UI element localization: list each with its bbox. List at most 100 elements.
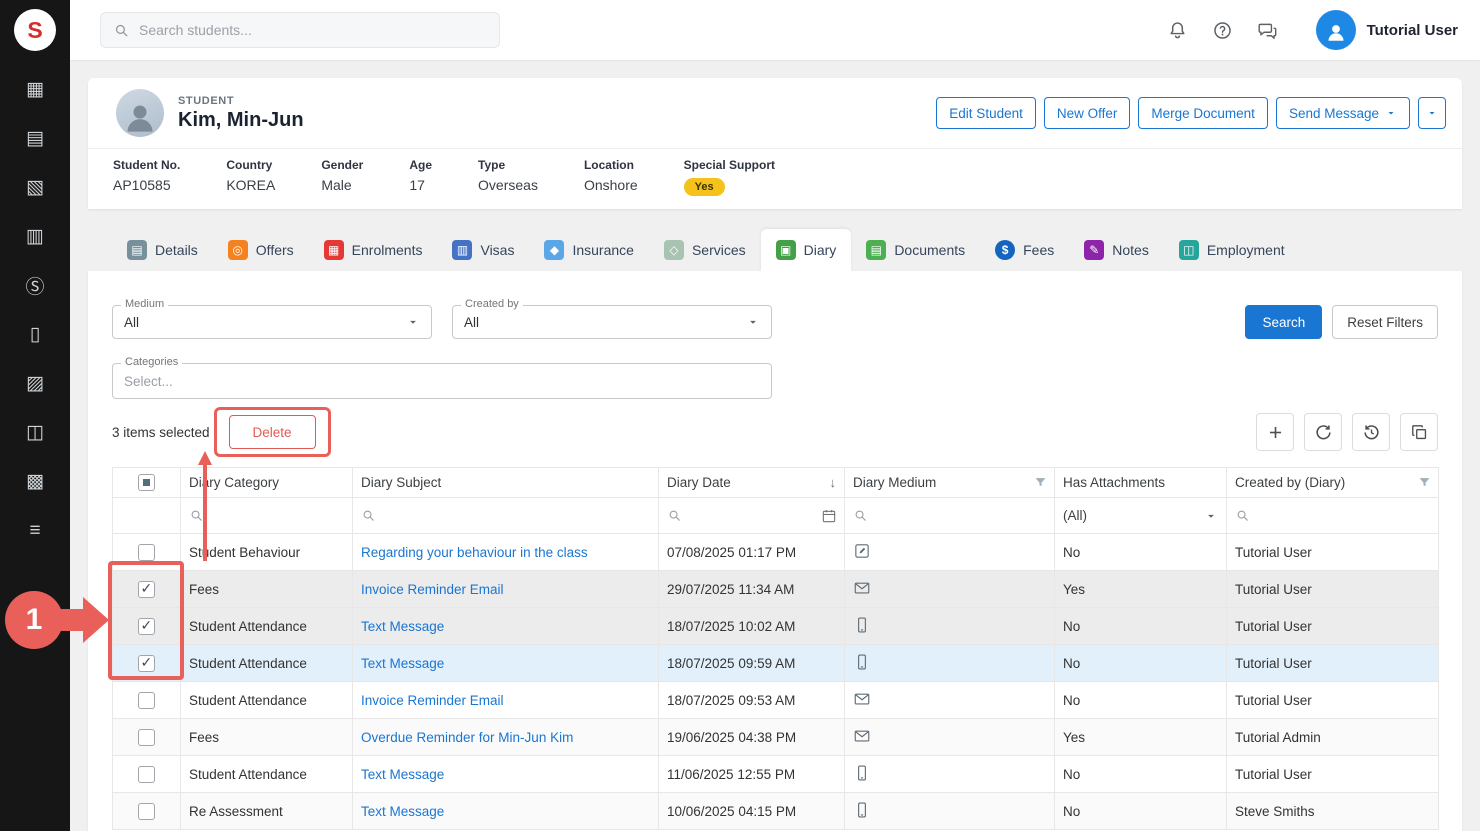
diary-subject-link[interactable]: Invoice Reminder Email xyxy=(361,693,504,708)
tab-employment[interactable]: ◫Employment xyxy=(1164,229,1300,271)
column-header[interactable]: Diary Subject xyxy=(353,468,659,498)
row-checkbox[interactable] xyxy=(138,729,155,746)
diary-subject-link[interactable]: Regarding your behaviour in the class xyxy=(361,545,588,560)
filter-cell[interactable] xyxy=(845,498,1055,534)
help-icon[interactable] xyxy=(1212,20,1233,41)
checkbox-cell[interactable] xyxy=(113,756,181,793)
checkbox-cell[interactable] xyxy=(113,719,181,756)
app-logo-icon[interactable]: S xyxy=(14,9,56,51)
search-button[interactable]: Search xyxy=(1245,305,1322,339)
diary-subject-link[interactable]: Invoice Reminder Email xyxy=(361,582,504,597)
info-label: Country xyxy=(226,158,275,172)
categories-select[interactable]: Categories Select... xyxy=(112,363,772,399)
sliders-icon[interactable]: ≡ xyxy=(0,506,70,555)
sidebar-nav: ▦▤▧▥Ⓢ▯▨◫▩≡ xyxy=(0,65,70,555)
row-checkbox[interactable] xyxy=(138,581,155,598)
row-checkbox[interactable] xyxy=(138,655,155,672)
checkbox-cell[interactable] xyxy=(113,571,181,608)
delete-button[interactable]: Delete xyxy=(229,415,316,449)
calendar-icon[interactable] xyxy=(821,508,837,524)
cell-created-by: Tutorial Admin xyxy=(1227,719,1439,756)
diary-subject-link[interactable]: Text Message xyxy=(361,804,444,819)
people-icon[interactable]: ◫ xyxy=(0,408,70,457)
checkbox-cell[interactable] xyxy=(113,534,181,571)
messages-chat-icon[interactable] xyxy=(1257,20,1278,41)
student-search-box[interactable] xyxy=(100,12,500,48)
edit-student-button[interactable]: Edit Student xyxy=(936,97,1036,129)
row-checkbox[interactable] xyxy=(138,803,155,820)
user-menu[interactable]: Tutorial User xyxy=(1316,10,1458,50)
s-badge-icon[interactable]: Ⓢ xyxy=(0,261,70,310)
column-header[interactable]: Created by (Diary) xyxy=(1227,468,1439,498)
diary-subject-link[interactable]: Text Message xyxy=(361,656,444,671)
filter-cell[interactable] xyxy=(181,498,353,534)
tab-offers[interactable]: ◎Offers xyxy=(213,229,309,271)
tab-services[interactable]: ◇Services xyxy=(649,229,761,271)
note-medium-icon xyxy=(853,542,871,560)
notifications-bell-icon[interactable] xyxy=(1167,20,1188,41)
select-all-header[interactable] xyxy=(113,468,181,498)
checkbox-cell[interactable] xyxy=(113,608,181,645)
tab-visas[interactable]: ▥Visas xyxy=(437,229,529,271)
id-card-icon[interactable]: ▤ xyxy=(0,114,70,163)
column-header[interactable]: Diary Date↓ xyxy=(659,468,845,498)
checkbox-cell[interactable] xyxy=(113,793,181,830)
history-button[interactable] xyxy=(1352,413,1390,451)
add-button[interactable] xyxy=(1256,413,1294,451)
user-avatar[interactable] xyxy=(1316,10,1356,50)
reset-filters-button[interactable]: Reset Filters xyxy=(1332,305,1438,339)
filter-funnel-icon[interactable] xyxy=(1033,475,1048,490)
tab-diary[interactable]: ▣Diary xyxy=(761,229,852,271)
tab-label: Fees xyxy=(1023,242,1054,258)
filter-cell[interactable] xyxy=(659,498,845,534)
row-checkbox[interactable] xyxy=(138,544,155,561)
attachments-filter-select[interactable]: (All) xyxy=(1063,508,1218,523)
checkbox-cell[interactable] xyxy=(113,645,181,682)
filter-cell[interactable] xyxy=(353,498,659,534)
row-checkbox[interactable] xyxy=(138,692,155,709)
briefcase-icon[interactable]: ▨ xyxy=(0,359,70,408)
column-header[interactable]: Has Attachments xyxy=(1055,468,1227,498)
diary-subject-link[interactable]: Overdue Reminder for Min-Jun Kim xyxy=(361,730,573,745)
history-icon xyxy=(1362,423,1381,442)
building-icon[interactable]: ▩ xyxy=(0,457,70,506)
tab-fees[interactable]: $Fees xyxy=(980,229,1069,271)
email-medium-icon xyxy=(853,579,871,597)
column-header[interactable]: Diary Category xyxy=(181,468,353,498)
search-icon xyxy=(113,22,130,39)
layout-icon[interactable]: ▥ xyxy=(0,212,70,261)
grid-icon[interactable]: ▦ xyxy=(0,65,70,114)
row-checkbox[interactable] xyxy=(138,766,155,783)
tab-insurance[interactable]: ◆Insurance xyxy=(529,229,648,271)
merge-document-button[interactable]: Merge Document xyxy=(1138,97,1268,129)
created-by-select[interactable]: Created by All xyxy=(452,305,772,339)
copy-icon[interactable]: ▧ xyxy=(0,163,70,212)
diary-subject-link[interactable]: Text Message xyxy=(361,619,444,634)
medium-select[interactable]: Medium All xyxy=(112,305,432,339)
copy-button[interactable] xyxy=(1400,413,1438,451)
filter-cell[interactable]: (All) xyxy=(1055,498,1227,534)
tab-documents[interactable]: ▤Documents xyxy=(851,229,980,271)
column-label: Has Attachments xyxy=(1063,475,1165,490)
search-input[interactable] xyxy=(139,22,487,38)
select-all-checkbox[interactable] xyxy=(138,474,155,491)
diary-subject-link[interactable]: Text Message xyxy=(361,767,444,782)
filter-funnel-icon[interactable] xyxy=(1417,475,1432,490)
checkbox-cell[interactable] xyxy=(113,682,181,719)
cell-diary-date: 19/06/2025 04:38 PM xyxy=(659,719,845,756)
tab-notes[interactable]: ✎Notes xyxy=(1069,229,1164,271)
new-offer-button[interactable]: New Offer xyxy=(1044,97,1131,129)
tab-details[interactable]: ▤Details xyxy=(112,229,213,271)
info-label: Gender xyxy=(321,158,363,172)
more-actions-button[interactable] xyxy=(1418,97,1446,129)
cell-created-by: Tutorial User xyxy=(1227,571,1439,608)
tab-enrolments[interactable]: ▦Enrolments xyxy=(309,229,438,271)
info-item: CountryKOREA xyxy=(226,158,275,196)
column-header[interactable]: Diary Medium xyxy=(845,468,1055,498)
refresh-button[interactable] xyxy=(1304,413,1342,451)
book-icon[interactable]: ▯ xyxy=(0,310,70,359)
filter-cell[interactable] xyxy=(1227,498,1439,534)
send-message-button[interactable]: Send Message xyxy=(1276,97,1410,129)
row-checkbox[interactable] xyxy=(138,618,155,635)
chevron-down-icon xyxy=(1385,107,1397,119)
